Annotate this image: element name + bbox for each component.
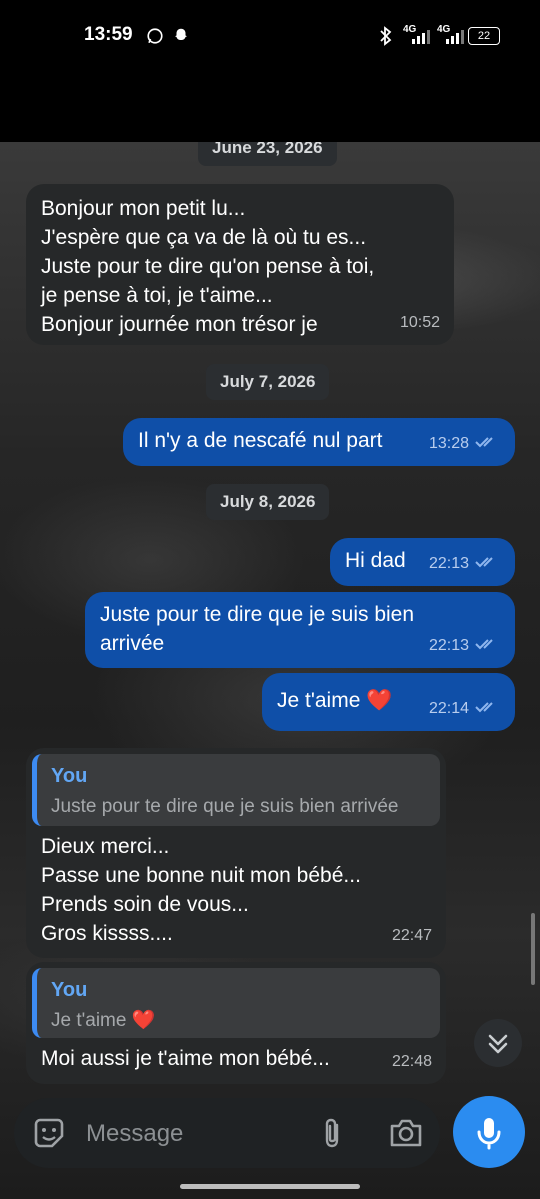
- message-time: 13:28: [428, 435, 469, 452]
- message-time: 10:52: [399, 314, 440, 331]
- snapchat-icon: [175, 28, 187, 40]
- back-arrow-icon[interactable]: [18, 84, 58, 124]
- message-time-wrap: 13:28: [429, 429, 501, 458]
- reply-text: Juste pour te dire que je suis bien arri…: [51, 796, 399, 817]
- status-bar: 13:59 4G 4G 22: [0, 0, 540, 70]
- date-separator: July 7, 2026: [206, 364, 330, 400]
- double-check-icon: [475, 639, 493, 650]
- message-time: 22:13: [428, 637, 469, 654]
- video-call-icon[interactable]: [354, 86, 390, 122]
- mic-icon: [477, 1118, 501, 1150]
- voice-record-button[interactable]: [453, 1096, 525, 1168]
- chevron-double-down-icon: [488, 1034, 508, 1054]
- double-check-icon: [475, 437, 493, 448]
- date-separator: June 23, 2026: [198, 130, 337, 166]
- battery-indicator: 22: [468, 27, 500, 45]
- message-time: 22:14: [428, 700, 469, 717]
- reply-author: You: [51, 765, 88, 787]
- message-outgoing[interactable]: Il n'y a de nescafé nul part 13:28: [123, 418, 515, 466]
- signal-icon: [412, 30, 430, 44]
- double-check-icon: [475, 702, 493, 713]
- status-time: 13:59: [84, 24, 133, 45]
- message-time: 22:48: [391, 1053, 432, 1070]
- reply-text: Je t'aime ❤️: [51, 1010, 156, 1031]
- reply-author: You: [51, 979, 88, 1001]
- message-time: 22:13: [428, 555, 469, 572]
- home-indicator[interactable]: [180, 1184, 360, 1189]
- signal-icon-2: [446, 30, 464, 44]
- message-time: 22:47: [391, 927, 432, 944]
- bluetooth-icon: [380, 26, 392, 46]
- message-outgoing[interactable]: Juste pour te dire que je suis bien arri…: [85, 592, 515, 668]
- message-incoming[interactable]: Bonjour mon petit lu... J'espère que ça …: [26, 184, 454, 345]
- scroll-to-bottom-button[interactable]: [474, 1019, 522, 1067]
- message-incoming-with-reply[interactable]: You Je t'aime ❤️ Moi aussi je t'aime mon…: [26, 962, 446, 1084]
- reply-preview[interactable]: You Juste pour te dire que je suis bien …: [32, 754, 440, 826]
- double-check-icon: [475, 557, 493, 568]
- sticker-icon[interactable]: [32, 1116, 66, 1150]
- message-incoming-with-reply[interactable]: You Juste pour te dire que je suis bien …: [26, 748, 446, 958]
- message-text: Bonjour mon petit lu... J'espère que ça …: [41, 197, 375, 336]
- contact-name[interactable]: 👨: [150, 86, 180, 115]
- message-outgoing[interactable]: Je t'aime ❤️ 22:14: [262, 673, 515, 731]
- reply-preview[interactable]: You Je t'aime ❤️: [32, 968, 440, 1038]
- message-input[interactable]: [84, 1112, 298, 1156]
- camera-icon[interactable]: [388, 1116, 424, 1150]
- message-composer: [14, 1098, 440, 1168]
- message-text: Dieux merci... Passe une bonne nuit mon …: [41, 835, 361, 945]
- avatar[interactable]: [79, 75, 131, 127]
- message-time-wrap: 22:13: [429, 631, 501, 660]
- message-text: Moi aussi je t'aime mon bébé...: [41, 1047, 330, 1070]
- message-time-wrap: 22:14: [429, 694, 501, 723]
- more-vert-icon[interactable]: [496, 84, 518, 124]
- phone-icon[interactable]: [426, 84, 462, 120]
- date-separator: July 8, 2026: [206, 484, 330, 520]
- paperclip-icon[interactable]: [316, 1116, 350, 1150]
- message-outgoing[interactable]: Hi dad 22:13: [330, 538, 515, 586]
- scrollbar[interactable]: [531, 913, 535, 985]
- whatsapp-icon: [147, 28, 163, 44]
- message-time-wrap: 22:13: [429, 549, 501, 578]
